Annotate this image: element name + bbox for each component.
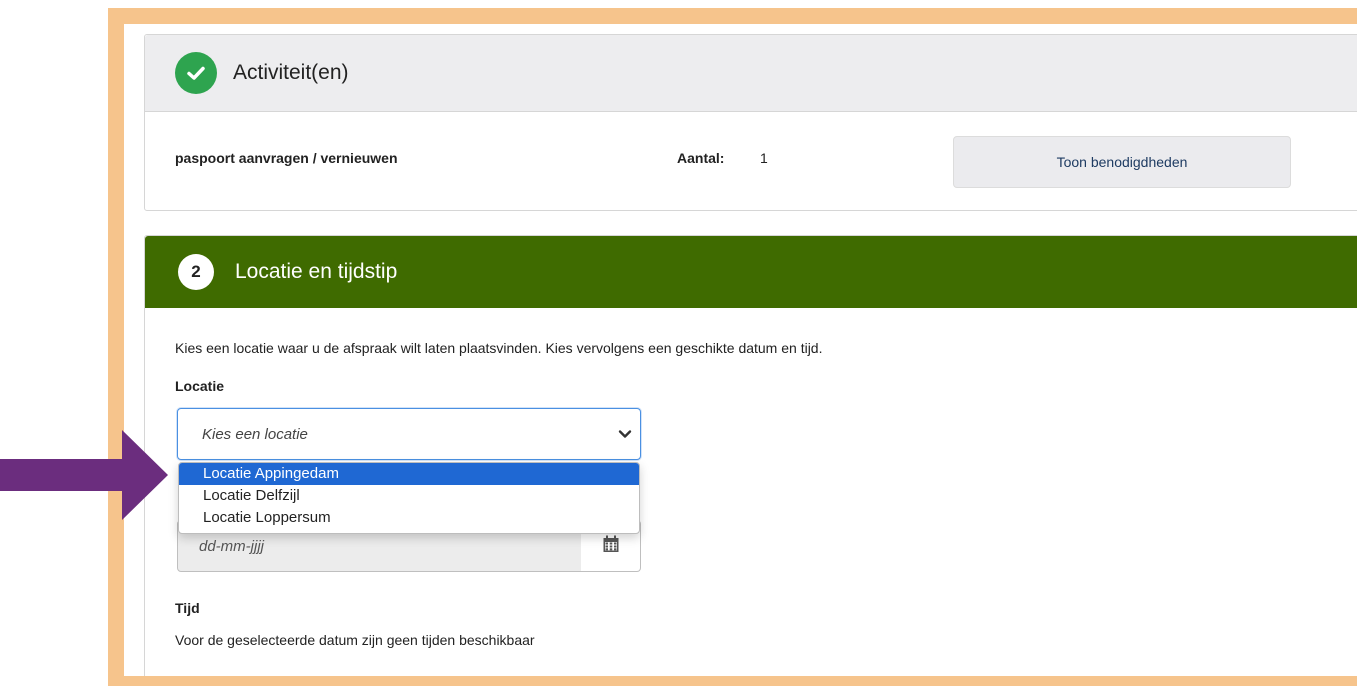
location-time-card: 2 Locatie en tijdstip Kies een locatie w… xyxy=(144,235,1357,676)
show-requirements-button[interactable]: Toon benodigdheden xyxy=(953,136,1291,188)
count-label: Aantal: xyxy=(677,150,725,166)
location-option-loppersum[interactable]: Locatie Loppersum xyxy=(179,507,639,529)
activities-title: Activiteit(en) xyxy=(233,61,349,84)
calendar-icon xyxy=(602,535,620,558)
page-content: Activiteit(en) paspoort aanvragen / vern… xyxy=(124,24,1357,676)
activity-name: paspoort aanvragen / vernieuwen xyxy=(175,150,398,166)
chevron-down-icon xyxy=(618,427,632,446)
location-option-delfzijl[interactable]: Locatie Delfzijl xyxy=(179,485,639,507)
location-time-header: 2 Locatie en tijdstip xyxy=(145,236,1357,308)
count-value: 1 xyxy=(760,150,768,166)
arrow-right-icon xyxy=(0,430,170,525)
location-label: Locatie xyxy=(175,378,225,394)
time-label: Tijd xyxy=(175,600,200,616)
location-select[interactable]: Kies een locatie xyxy=(177,408,641,460)
activities-card: Activiteit(en) paspoort aanvragen / vern… xyxy=(144,34,1357,211)
check-icon xyxy=(175,52,217,94)
location-select-value: Kies een locatie xyxy=(202,425,308,443)
time-message: Voor de geselecteerde datum zijn geen ti… xyxy=(175,632,535,648)
location-time-title: Locatie en tijdstip xyxy=(235,260,398,283)
location-dropdown-list: Locatie Appingedam Locatie Delfzijl Loca… xyxy=(178,462,640,534)
date-placeholder: dd-mm-jjjj xyxy=(199,537,264,555)
intro-text: Kies een locatie waar u de afspraak wilt… xyxy=(175,340,823,356)
activities-header: Activiteit(en) xyxy=(145,35,1357,112)
activities-body: paspoort aanvragen / vernieuwen Aantal: … xyxy=(145,112,1357,210)
location-option-appingedam[interactable]: Locatie Appingedam xyxy=(179,463,639,485)
step-number-badge: 2 xyxy=(178,254,214,290)
